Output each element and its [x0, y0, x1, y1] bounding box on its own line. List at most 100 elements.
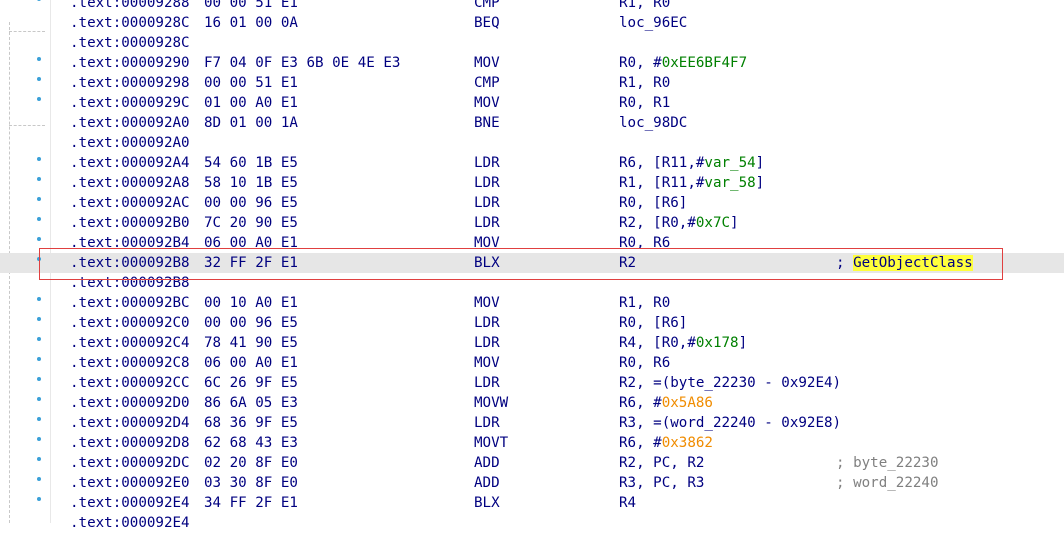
breakpoint-dot-icon[interactable] [37, 97, 41, 101]
breakpoint-dot-icon[interactable] [37, 57, 41, 61]
instruction-mnemonic[interactable]: MOV [474, 353, 500, 373]
breakpoint-dot-icon[interactable] [37, 377, 41, 381]
breakpoint-dot-icon[interactable] [37, 217, 41, 221]
instruction-mnemonic[interactable]: LDR [474, 153, 500, 173]
instruction-mnemonic[interactable]: BEQ [474, 13, 500, 33]
listing-line[interactable]: .text:000092D0 86 6A 05 E3 MOVW R6, #0x5A86 [0, 393, 1064, 413]
instruction-operands[interactable]: R1, R0 [619, 293, 670, 313]
operand-variable: var_54 [704, 155, 756, 171]
instruction-operands[interactable]: R3, =(word_22240 - 0x92E8) [619, 413, 841, 433]
instruction-mnemonic[interactable]: LDR [474, 333, 500, 353]
breakpoint-dot-icon[interactable] [37, 0, 41, 1]
instruction-operands[interactable]: R6, #0x5A86 [619, 393, 713, 413]
instruction-operands[interactable]: R2, PC, R2 [619, 453, 704, 473]
breakpoint-dot-icon[interactable] [37, 437, 41, 441]
listing-line[interactable]: .text:00009288 00 00 51 E1 CMP R1, R0 [0, 0, 1064, 13]
instruction-mnemonic[interactable]: BNE [474, 113, 500, 133]
instruction-mnemonic[interactable]: CMP [474, 0, 500, 13]
listing-line[interactable]: .text:000092B4 06 00 A0 E1 MOV R0, R6 [0, 233, 1064, 253]
listing-line[interactable]: .text:0000928C [0, 33, 1064, 53]
instruction-mnemonic[interactable]: LDR [474, 413, 500, 433]
listing-line[interactable]: .text:000092C0 00 00 96 E5 LDR R0, [R6] [0, 313, 1064, 333]
listing-line[interactable]: .text:000092E4 34 FF 2F E1 BLX R4 [0, 493, 1064, 513]
listing-line[interactable]: .text:0000929C 01 00 A0 E1 MOV R0, R1 [0, 93, 1064, 113]
instruction-operands[interactable]: R6, [R11,#var_54] [619, 153, 764, 173]
instruction-operands[interactable]: R1, [R11,#var_58] [619, 173, 764, 193]
listing-line[interactable]: .text:000092D4 68 36 9F E5 LDR R3, =(word_2… [0, 413, 1064, 433]
breakpoint-dot-icon[interactable] [37, 177, 41, 181]
line-address: .text:00009290 [70, 55, 190, 71]
breakpoint-dot-icon[interactable] [37, 77, 41, 81]
listing-line[interactable]: .text:000092AC 00 00 96 E5 LDR R0, [R6] [0, 193, 1064, 213]
instruction-operands[interactable]: R0, R1 [619, 93, 670, 113]
listing-line[interactable]: .text:00009298 00 00 51 E1 CMP R1, R0 [0, 73, 1064, 93]
listing-line[interactable]: .text:000092B8 32 FF 2F E1 BLX R2 ; GetObjec… [0, 253, 1064, 273]
instruction-mnemonic[interactable]: MOV [474, 53, 500, 73]
instruction-operands[interactable]: loc_98DC [619, 113, 687, 133]
listing-line[interactable]: .text:0000928C 16 01 00 0A BEQ loc_96EC [0, 13, 1064, 33]
listing-line[interactable]: .text:000092D8 62 68 43 E3 MOVT R6, #0x3862 [0, 433, 1064, 453]
comment-highlight[interactable]: GetObjectClass [853, 255, 973, 271]
listing-line[interactable]: .text:000092B8 [0, 273, 1064, 293]
instruction-operands[interactable]: R0, R6 [619, 233, 670, 253]
listing-line[interactable]: .text:000092DC 02 20 8F E0 ADD R2, PC, R2 ; … [0, 453, 1064, 473]
instruction-mnemonic[interactable]: LDR [474, 373, 500, 393]
listing-line[interactable]: .text:000092C8 06 00 A0 E1 MOV R0, R6 [0, 353, 1064, 373]
instruction-operands[interactable]: R0, [R6] [619, 193, 687, 213]
instruction-operands[interactable]: R3, PC, R3 [619, 473, 704, 493]
breakpoint-dot-icon[interactable] [37, 457, 41, 461]
breakpoint-dot-icon[interactable] [37, 397, 41, 401]
instruction-operands[interactable]: R6, #0x3862 [619, 433, 713, 453]
breakpoint-dot-icon[interactable] [37, 197, 41, 201]
instruction-mnemonic[interactable]: LDR [474, 213, 500, 233]
instruction-mnemonic[interactable]: BLX [474, 253, 500, 273]
instruction-operands[interactable]: R0, R6 [619, 353, 670, 373]
instruction-mnemonic[interactable]: MOVW [474, 393, 508, 413]
breakpoint-dot-icon[interactable] [37, 237, 41, 241]
instruction-operands[interactable]: R0, [R6] [619, 313, 687, 333]
breakpoint-dot-icon[interactable] [37, 297, 41, 301]
breakpoint-dot-icon[interactable] [37, 337, 41, 341]
listing-line[interactable]: .text:000092CC 6C 26 9F E5 LDR R2, =(byte_2… [0, 373, 1064, 393]
instruction-operands[interactable]: R2, [R0,#0x7C] [619, 213, 739, 233]
breakpoint-dot-icon[interactable] [37, 157, 41, 161]
instruction-mnemonic[interactable]: MOV [474, 233, 500, 253]
listing-line[interactable]: .text:00009290 F7 04 0F E3 6B 0E 4E E3 MOV… [0, 53, 1064, 73]
instruction-mnemonic[interactable]: MOV [474, 293, 500, 313]
instruction-operands[interactable]: loc_96EC [619, 13, 687, 33]
instruction-mnemonic[interactable]: ADD [474, 473, 500, 493]
breakpoint-dot-icon[interactable] [37, 317, 41, 321]
listing-line[interactable]: .text:000092E0 03 30 8F E0 ADD R3, PC, R3 ; … [0, 473, 1064, 493]
listing-line[interactable]: .text:000092E4 [0, 513, 1064, 533]
breakpoint-dot-icon[interactable] [37, 357, 41, 361]
listing-line[interactable]: .text:000092A0 8D 01 00 1A BNE loc_98DC [0, 113, 1064, 133]
instruction-mnemonic[interactable]: MOV [474, 93, 500, 113]
instruction-operands[interactable]: R1, R0 [619, 73, 670, 93]
instruction-mnemonic[interactable]: LDR [474, 173, 500, 193]
listing-line[interactable]: .text:000092B0 7C 20 90 E5 LDR R2, [R0,#0x7… [0, 213, 1064, 233]
instruction-mnemonic[interactable]: BLX [474, 493, 500, 513]
listing-line[interactable]: .text:000092BC 00 10 A0 E1 MOV R1, R0 [0, 293, 1064, 313]
instruction-mnemonic[interactable]: LDR [474, 193, 500, 213]
listing-line[interactable]: .text:000092A8 58 10 1B E5 LDR R1, [R11,#va… [0, 173, 1064, 193]
instruction-operands[interactable]: R1, R0 [619, 0, 670, 13]
listing-line[interactable]: .text:000092C4 78 41 90 E5 LDR R4, [R0,#0x1… [0, 333, 1064, 353]
instruction-operands[interactable]: R2, =(byte_22230 - 0x92E4) [619, 373, 841, 393]
breakpoint-dot-icon[interactable] [37, 417, 41, 421]
instruction-operands[interactable]: R2 [619, 253, 636, 273]
breakpoint-dot-icon[interactable] [37, 497, 41, 501]
breakpoint-dot-icon[interactable] [37, 477, 41, 481]
instruction-mnemonic[interactable]: ADD [474, 453, 500, 473]
instruction-mnemonic[interactable]: LDR [474, 313, 500, 333]
line-address: .text:000092CC [70, 375, 190, 391]
instruction-operands[interactable]: R4, [R0,#0x178] [619, 333, 747, 353]
breakpoint-dot-icon[interactable] [37, 257, 41, 261]
operand-text: R3, PC, R3 [619, 475, 705, 491]
disassembly-listing[interactable]: .text:00009288 00 00 51 E1 CMP R1, R0 .text:… [0, 0, 1064, 533]
instruction-operands[interactable]: R4 [619, 493, 636, 513]
instruction-operands[interactable]: R0, #0xEE6BF4F7 [619, 53, 747, 73]
listing-line[interactable]: .text:000092A4 54 60 1B E5 LDR R6, [R11,#va… [0, 153, 1064, 173]
listing-line[interactable]: .text:000092A0 [0, 133, 1064, 153]
instruction-mnemonic[interactable]: MOVT [474, 433, 508, 453]
instruction-mnemonic[interactable]: CMP [474, 73, 500, 93]
